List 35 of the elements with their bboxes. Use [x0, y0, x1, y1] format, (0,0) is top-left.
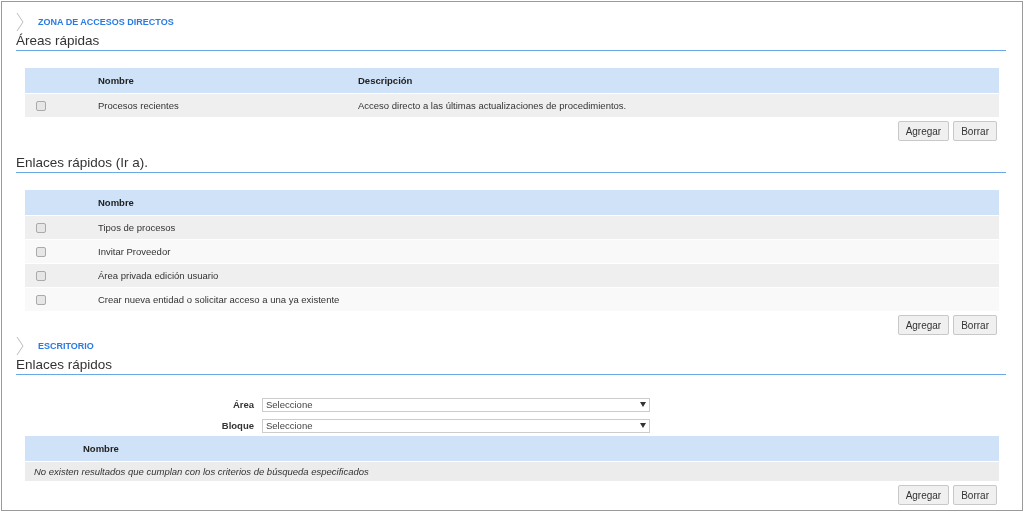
section-heading: Enlaces rápidos	[16, 357, 1006, 375]
table-cell-text: Procesos recientes	[98, 100, 180, 111]
checkbox[interactable]	[36, 100, 46, 111]
column-header: Nombre	[82, 443, 120, 454]
column-header: Nombre	[98, 197, 135, 208]
action-button[interactable]: Borrar	[953, 485, 997, 505]
column-header: Nombre	[98, 75, 135, 86]
chevron-icon	[16, 12, 24, 32]
field-label: Área	[231, 399, 255, 410]
table-cell-text: Tipos de procesos	[98, 222, 177, 233]
table-cell-text: Área privada edición usuario	[98, 270, 220, 281]
checkbox[interactable]	[36, 246, 46, 257]
column-header: Descripción	[358, 75, 414, 86]
caret-icon	[640, 402, 646, 407]
checkbox[interactable]	[36, 270, 46, 281]
select-field[interactable]: Seleccione	[262, 397, 650, 412]
table-cell-text: Invitar Proveedor	[98, 246, 172, 257]
table-cell-text: Crear nueva entidad o solicitar acceso a una ya existente	[98, 294, 341, 305]
section-heading: Áreas rápidas	[16, 33, 1006, 51]
action-button[interactable]: Agregar	[897, 485, 950, 505]
action-button[interactable]: Borrar	[953, 121, 997, 141]
select-field[interactable]: Seleccione	[262, 418, 650, 433]
checkbox[interactable]	[36, 222, 46, 233]
action-button[interactable]: Agregar	[897, 121, 950, 141]
section-label: ESCRITORIO	[38, 341, 94, 351]
section-label: ZONA DE ACCESOS DIRECTOS	[38, 17, 174, 27]
action-button[interactable]: Agregar	[897, 315, 950, 335]
table-cell-text: Acceso directo a las últimas actualizaciones de procedimientos.	[358, 100, 628, 111]
caret-icon	[640, 423, 646, 428]
chevron-icon	[16, 336, 24, 356]
field-label: Bloque	[220, 420, 255, 431]
section-heading: Enlaces rápidos (Ir a).	[16, 155, 1006, 173]
empty-message: No existen resultados que cumplan con los criterios de búsqueda especificados	[25, 461, 999, 481]
checkbox[interactable]	[36, 294, 46, 305]
action-button[interactable]: Borrar	[953, 315, 997, 335]
